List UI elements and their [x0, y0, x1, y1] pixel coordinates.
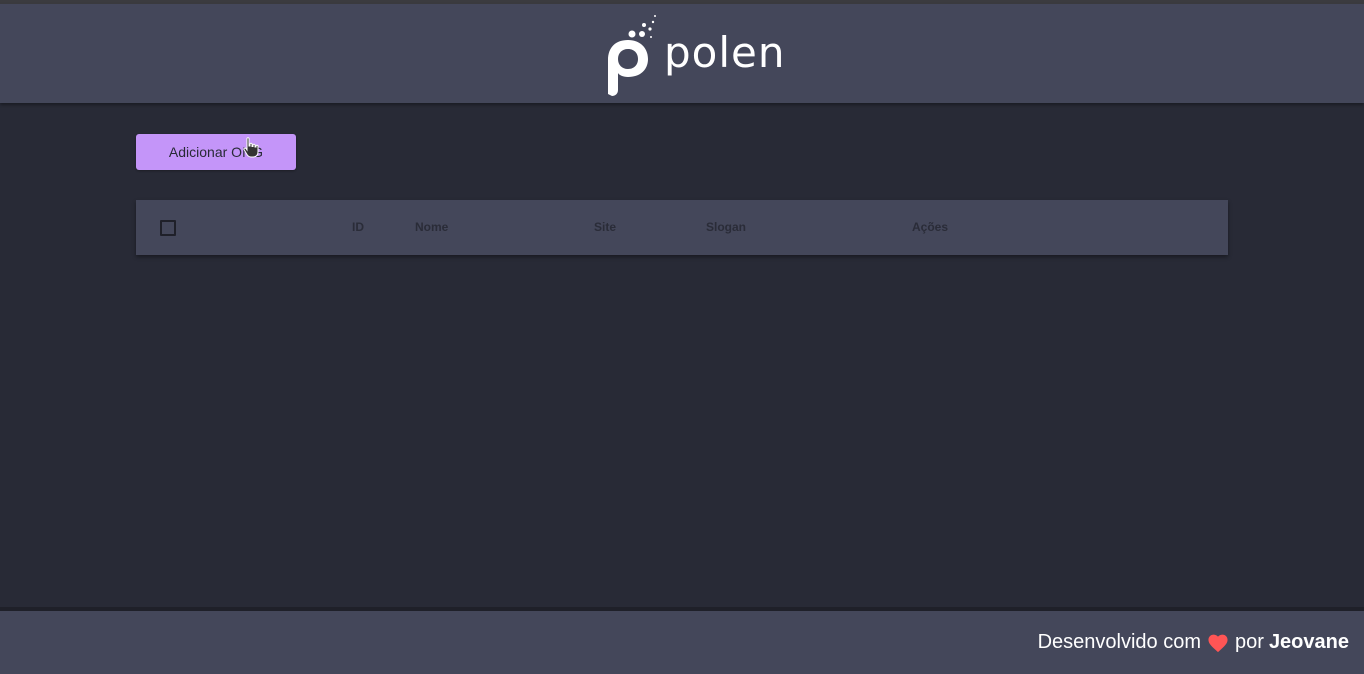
- column-header-nome[interactable]: Nome: [415, 220, 448, 234]
- footer-prefix: Desenvolvido com: [1037, 631, 1202, 653]
- footer-middle: por: [1235, 631, 1264, 653]
- app-footer: Desenvolvido com por Jeovane: [0, 607, 1364, 674]
- hand-pointer-cursor-icon: [243, 137, 259, 158]
- app-header: polen: [0, 4, 1364, 103]
- logo-text: polen: [664, 28, 786, 77]
- select-all-checkbox[interactable]: [160, 220, 176, 236]
- logo[interactable]: polen: [604, 14, 784, 96]
- column-header-acoes: Ações: [912, 220, 949, 234]
- add-ong-button[interactable]: Adicionar ONG: [136, 134, 296, 170]
- column-header-id[interactable]: ID: [352, 220, 364, 234]
- ong-table: ID Nome Site Slogan Ações: [136, 200, 1228, 255]
- polen-p-logo-icon: [608, 15, 656, 96]
- footer-credits: Desenvolvido com por Jeovane: [1038, 631, 1349, 654]
- column-header-slogan[interactable]: Slogan: [706, 220, 746, 234]
- heart-icon: [1208, 634, 1228, 652]
- footer-author[interactable]: Jeovane: [1269, 631, 1349, 654]
- column-header-site[interactable]: Site: [594, 220, 616, 234]
